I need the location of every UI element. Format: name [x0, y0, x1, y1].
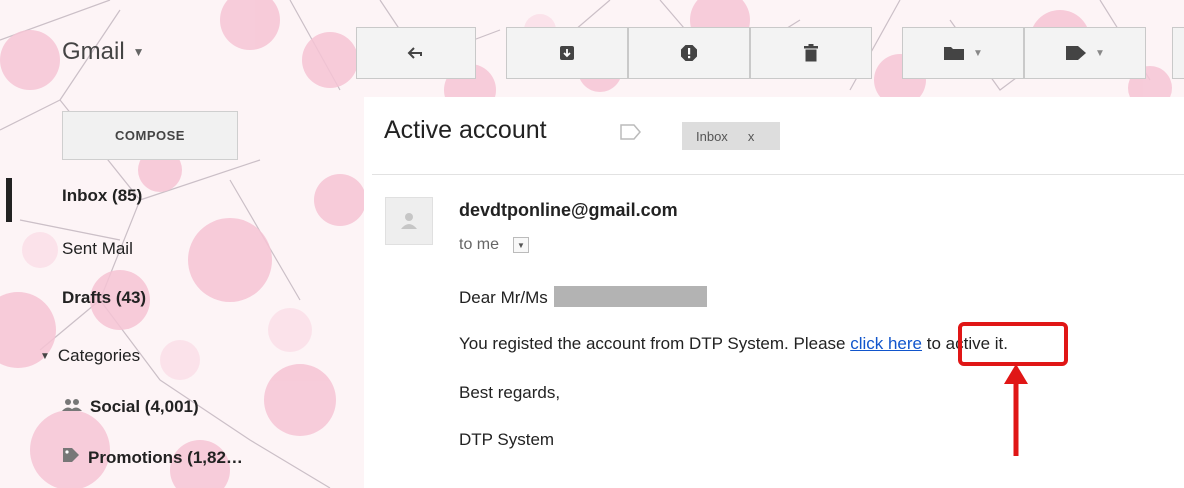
people-icon	[62, 397, 82, 417]
delete-button[interactable]	[750, 27, 872, 79]
archive-icon	[559, 45, 575, 61]
triangle-down-icon: ▼	[40, 350, 50, 362]
email-closing: Best regards,	[459, 383, 561, 402]
sidebar-item-label: Sent Mail	[62, 239, 133, 258]
reply-icon	[407, 46, 425, 60]
body-text-before: You registed the account from DTP System…	[459, 334, 851, 353]
email-greeting: Dear Mr/Ms	[459, 286, 707, 308]
sidebar-item-sent-mail[interactable]: Sent Mail	[62, 239, 133, 259]
more-button[interactable]	[1172, 27, 1184, 79]
chevron-down-icon: ▼	[973, 47, 983, 59]
sidebar-item-drafts[interactable]: Drafts (43)	[62, 288, 146, 308]
label-chip-text: Inbox	[696, 128, 728, 144]
report-spam-icon	[680, 44, 698, 62]
report-spam-button[interactable]	[628, 27, 750, 79]
recipient-line: to me ▼	[459, 236, 530, 254]
sidebar-item-label: Categories	[57, 346, 141, 365]
sidebar-item-social[interactable]: Social (4,001)	[62, 397, 199, 417]
labels-button[interactable]: ▼	[1024, 27, 1146, 79]
gmail-menu-button[interactable]: Gmail ▼	[62, 38, 145, 66]
email-signature: DTP System	[459, 430, 555, 449]
email-body-line: You registed the account from DTP System…	[459, 334, 1008, 354]
active-item-indicator	[6, 178, 12, 222]
compose-button[interactable]: COMPOSE	[62, 111, 238, 160]
gmail-logo-text: Gmail	[62, 38, 125, 65]
sidebar-item-promotions[interactable]: Promotions (1,82…	[62, 447, 243, 468]
sidebar-item-label: Drafts (43)	[62, 288, 147, 307]
link-highlight-box	[958, 322, 1068, 366]
tag-icon	[62, 447, 80, 468]
trash-icon	[803, 44, 819, 62]
sidebar-item-label: Inbox (85)	[62, 186, 143, 205]
folder-icon	[943, 45, 965, 61]
avatar	[385, 197, 433, 245]
show-details-button[interactable]: ▼	[513, 237, 530, 253]
move-to-button[interactable]: ▼	[902, 27, 1024, 79]
email-subject: Active account	[384, 116, 547, 144]
greeting-text: Dear Mr/Ms	[459, 288, 548, 307]
reply-button[interactable]	[356, 27, 476, 79]
label-chip-inbox: Inbox x	[682, 122, 780, 150]
person-icon	[401, 213, 417, 229]
activation-link[interactable]: click here	[850, 334, 922, 353]
chevron-down-icon: ▼	[132, 45, 145, 59]
recipient-text: to me	[459, 236, 500, 253]
sidebar-item-label: Promotions (1,82…	[88, 447, 243, 467]
sidebar-item-label: Social (4,001)	[90, 397, 199, 416]
remove-label-button[interactable]: x	[748, 129, 755, 144]
redacted-name	[553, 286, 707, 307]
sender-email[interactable]: devdtponline@gmail.com	[459, 200, 678, 221]
chevron-down-icon: ▼	[1095, 47, 1105, 59]
important-marker-icon[interactable]	[620, 124, 642, 145]
sidebar-item-inbox[interactable]: Inbox (85)	[62, 186, 142, 206]
label-tag-icon	[1065, 45, 1087, 61]
arrow-up-icon	[1004, 364, 1028, 456]
divider	[372, 174, 1184, 175]
sidebar-item-categories[interactable]: ▼ Categories	[40, 346, 140, 366]
archive-button[interactable]	[506, 27, 628, 79]
